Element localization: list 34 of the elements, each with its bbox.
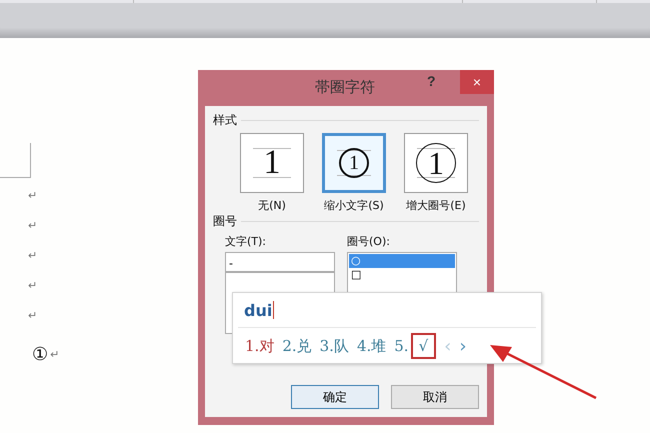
- paragraph-mark: ↵: [28, 278, 38, 294]
- candidate-item[interactable]: 2.兑: [282, 336, 312, 356]
- paragraph-mark: ↵: [28, 248, 38, 264]
- section-label: 样式: [213, 112, 237, 129]
- style-option[interactable]: 1: [240, 133, 304, 193]
- candidate-item[interactable]: 5.: [394, 337, 409, 355]
- next-page-button[interactable]: ›: [459, 336, 467, 356]
- option-label: 增大圈号(E): [406, 198, 466, 213]
- paragraph-mark: ↵: [50, 346, 60, 362]
- enclosed-character: ①: [32, 344, 48, 365]
- field-label: 文字(T):: [225, 234, 268, 249]
- window-title: 帯圈字符: [315, 78, 375, 97]
- paragraph-mark: ↵: [28, 308, 38, 324]
- dialog-button[interactable]: 取消: [391, 385, 479, 409]
- list-item[interactable]: □: [349, 268, 455, 282]
- text-field[interactable]: -: [225, 252, 335, 272]
- help-button[interactable]: ?: [423, 73, 440, 89]
- candidate-item[interactable]: 3.队: [320, 336, 349, 356]
- candidate-item[interactable]: √: [410, 333, 436, 359]
- section-label: 圈号: [213, 213, 237, 230]
- option-label: 缩小文字(S): [324, 198, 384, 213]
- candidate-item[interactable]: 4.堆: [356, 336, 386, 356]
- paragraph-mark: ↵: [28, 188, 38, 204]
- close-button[interactable]: ×: [460, 70, 494, 94]
- option-label: 无(N): [258, 198, 286, 213]
- style-option[interactable]: 1: [322, 133, 386, 193]
- paragraph-mark: ↵: [28, 218, 38, 234]
- field-label: 圈号(O):: [347, 234, 391, 249]
- style-option[interactable]: 1: [404, 133, 468, 193]
- table-cell: [0, 143, 31, 178]
- pinyin-text: dui: [244, 300, 272, 320]
- list-item[interactable]: ○: [349, 254, 455, 268]
- dialog-button[interactable]: 确定: [291, 385, 379, 409]
- candidate-item[interactable]: 1.对: [245, 336, 274, 356]
